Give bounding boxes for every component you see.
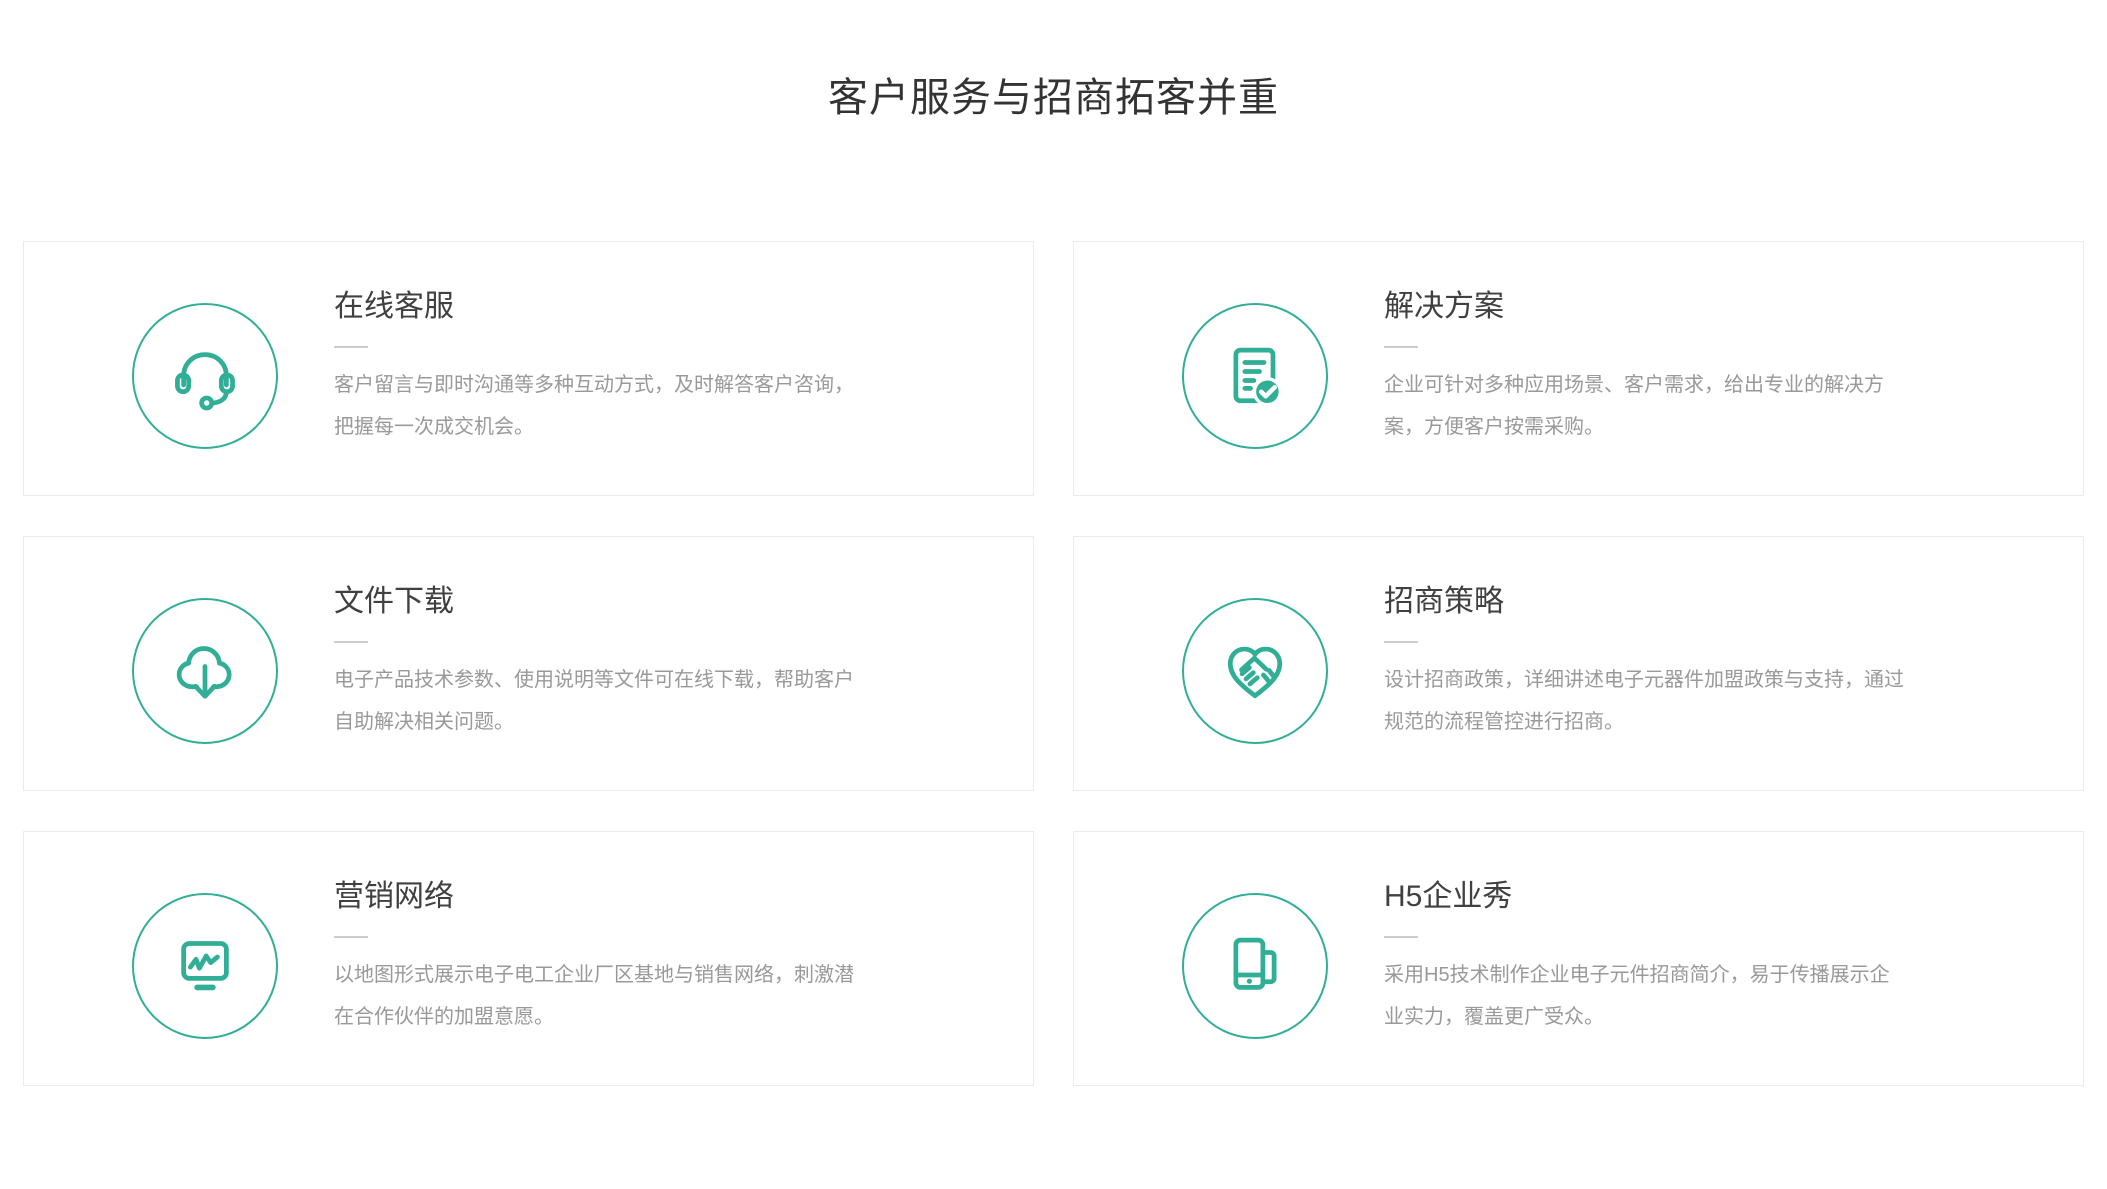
icon-circle (132, 893, 278, 1039)
card-content: H5企业秀 采用H5技术制作企业电子元件招商简介，易于传播展示企 业实力，覆盖更… (1384, 879, 1964, 1038)
card-content: 解决方案 企业可针对多种应用场景、客户需求，给出专业的解决方 案，方便客户按需采… (1384, 289, 1964, 448)
phone-icon (1219, 930, 1291, 1002)
feature-grid: 在线客服 客户留言与即时沟通等多种互动方式，及时解答客户咨询， 把握每一次成交机… (23, 241, 2084, 1086)
card-title: H5企业秀 (1384, 879, 1964, 915)
title-divider (1384, 936, 1418, 938)
card-description: 设计招商政策，详细讲述电子元器件加盟政策与支持，通过 规范的流程管控进行招商。 (1384, 659, 1964, 743)
headset-icon (169, 340, 241, 412)
card-description: 客户留言与即时沟通等多种互动方式，及时解答客户咨询， 把握每一次成交机会。 (334, 364, 914, 448)
card-description: 电子产品技术参数、使用说明等文件可在线下载，帮助客户 自助解决相关问题。 (334, 659, 914, 743)
description-line: 案，方便客户按需采购。 (1384, 406, 1964, 448)
title-divider (1384, 346, 1418, 348)
card-content: 文件下载 电子产品技术参数、使用说明等文件可在线下载，帮助客户 自助解决相关问题… (334, 584, 914, 743)
description-line: 客户留言与即时沟通等多种互动方式，及时解答客户咨询， (334, 364, 914, 406)
feature-card: 在线客服 客户留言与即时沟通等多种互动方式，及时解答客户咨询， 把握每一次成交机… (23, 241, 1034, 496)
icon-circle (132, 303, 278, 449)
cloud-download-icon (169, 635, 241, 707)
section-title: 客户服务与招商拓客并重 (0, 76, 2107, 120)
card-content: 在线客服 客户留言与即时沟通等多种互动方式，及时解答客户咨询， 把握每一次成交机… (334, 289, 914, 448)
description-line: 把握每一次成交机会。 (334, 406, 914, 448)
card-title: 在线客服 (334, 289, 914, 325)
description-line: 规范的流程管控进行招商。 (1384, 701, 1964, 743)
icon-circle (1182, 893, 1328, 1039)
card-title: 营销网络 (334, 879, 914, 915)
feature-card: 招商策略 设计招商政策，详细讲述电子元器件加盟政策与支持，通过 规范的流程管控进… (1073, 536, 2084, 791)
feature-card: H5企业秀 采用H5技术制作企业电子元件招商简介，易于传播展示企 业实力，覆盖更… (1073, 831, 2084, 1086)
description-line: 电子产品技术参数、使用说明等文件可在线下载，帮助客户 (334, 659, 914, 701)
description-line: 企业可针对多种应用场景、客户需求，给出专业的解决方 (1384, 364, 1964, 406)
feature-card: 文件下载 电子产品技术参数、使用说明等文件可在线下载，帮助客户 自助解决相关问题… (23, 536, 1034, 791)
monitor-chart-icon (169, 930, 241, 1002)
icon-circle (1182, 598, 1328, 744)
description-line: 以地图形式展示电子电工企业厂区基地与销售网络，刺激潜 (334, 954, 914, 996)
card-description: 采用H5技术制作企业电子元件招商简介，易于传播展示企 业实力，覆盖更广受众。 (1384, 954, 1964, 1038)
feature-card: 解决方案 企业可针对多种应用场景、客户需求，给出专业的解决方 案，方便客户按需采… (1073, 241, 2084, 496)
card-description: 以地图形式展示电子电工企业厂区基地与销售网络，刺激潜 在合作伙伴的加盟意愿。 (334, 954, 914, 1038)
icon-circle (1182, 303, 1328, 449)
title-divider (334, 936, 368, 938)
document-check-icon (1219, 340, 1291, 412)
description-line: 在合作伙伴的加盟意愿。 (334, 996, 914, 1038)
title-divider (334, 641, 368, 643)
title-divider (334, 346, 368, 348)
card-content: 招商策略 设计招商政策，详细讲述电子元器件加盟政策与支持，通过 规范的流程管控进… (1384, 584, 1964, 743)
description-line: 采用H5技术制作企业电子元件招商简介，易于传播展示企 (1384, 954, 1964, 996)
card-title: 招商策略 (1384, 584, 1964, 620)
title-divider (1384, 641, 1418, 643)
card-content: 营销网络 以地图形式展示电子电工企业厂区基地与销售网络，刺激潜 在合作伙伴的加盟… (334, 879, 914, 1038)
description-line: 自助解决相关问题。 (334, 701, 914, 743)
description-line: 设计招商政策，详细讲述电子元器件加盟政策与支持，通过 (1384, 659, 1964, 701)
handshake-heart-icon (1219, 635, 1291, 707)
card-title: 文件下载 (334, 584, 914, 620)
icon-circle (132, 598, 278, 744)
card-description: 企业可针对多种应用场景、客户需求，给出专业的解决方 案，方便客户按需采购。 (1384, 364, 1964, 448)
feature-card: 营销网络 以地图形式展示电子电工企业厂区基地与销售网络，刺激潜 在合作伙伴的加盟… (23, 831, 1034, 1086)
card-title: 解决方案 (1384, 289, 1964, 325)
description-line: 业实力，覆盖更广受众。 (1384, 996, 1964, 1038)
feature-section: 客户服务与招商拓客并重 在线客服 客户留言与即时沟通等多种互动方式，及时解答客户… (0, 76, 2107, 1086)
